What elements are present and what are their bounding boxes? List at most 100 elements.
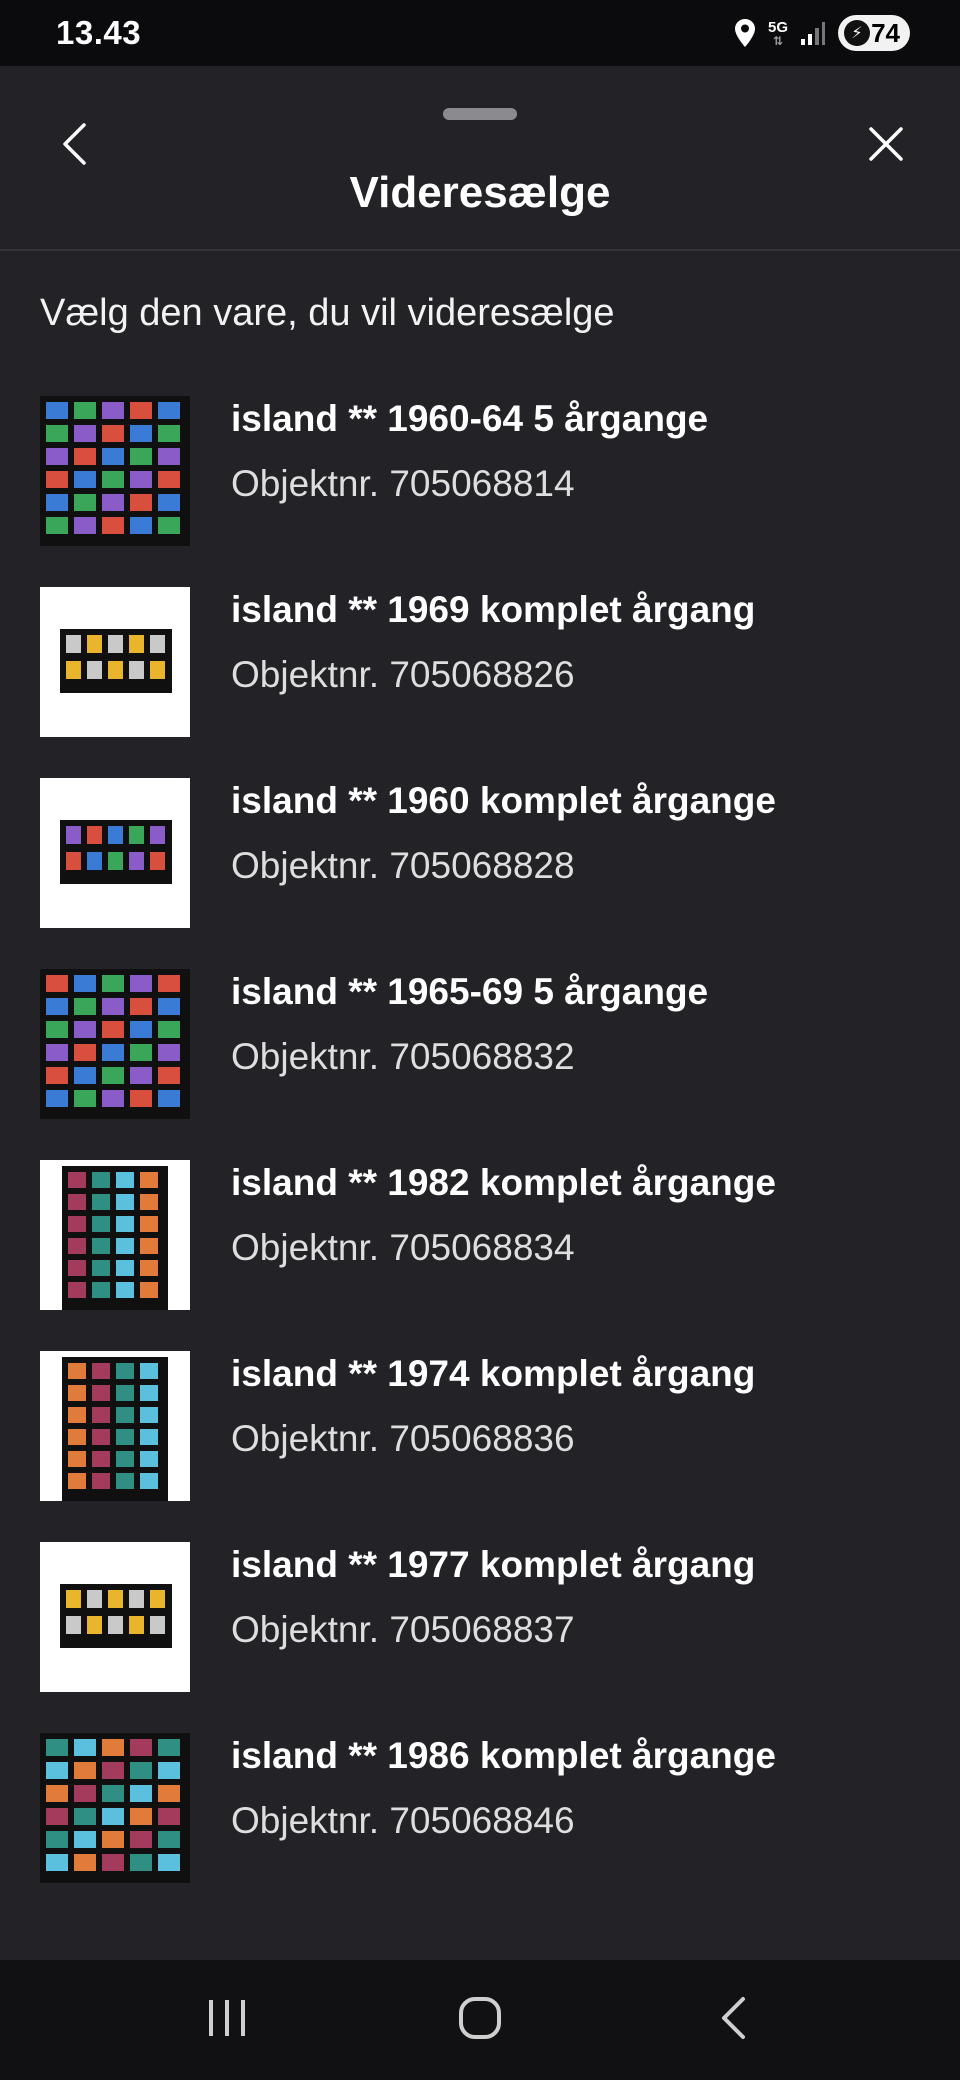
back-icon [60,122,88,171]
item-title: island ** 1960 komplet årgange [231,780,776,821]
stamp-image [116,1451,134,1467]
nav-back-button[interactable] [693,1980,773,2060]
stamp-image [150,852,165,870]
stamp-image [87,826,102,844]
stamp-image [158,1762,180,1779]
stamp-image [102,448,124,465]
list-item[interactable]: island ** 1960 komplet årgange Objektnr. … [0,778,960,969]
stamp-image [74,471,96,488]
stamp-image [102,1785,124,1802]
stamp-image [68,1172,86,1188]
stamp-image [140,1385,158,1401]
stamp-image [130,1067,152,1084]
stamp-image [68,1385,86,1401]
data-arrows-icon: ⇅ [772,33,784,48]
stamp-image [158,1854,180,1871]
item-text: island ** 1960-64 5 årgange Objektnr. 705… [231,398,708,505]
stamp-image [46,1854,68,1871]
signal-icon [800,20,826,46]
item-object-number: Objektnr. 705068846 [231,1800,575,1841]
item-title: island ** 1974 komplet årgang [231,1353,756,1394]
stamp-image [92,1194,110,1210]
stamp-image [66,1590,81,1608]
stamp-image [74,448,96,465]
stamp-image [140,1282,158,1298]
stamp-image [87,1616,102,1634]
stamp-image [74,1831,96,1848]
list-item[interactable]: island ** 1977 komplet årgang Objektnr. 7… [0,1542,960,1733]
header-divider [0,249,960,251]
stamp-image [92,1282,110,1298]
stamp-image [68,1429,86,1445]
stamp-image [102,1021,124,1038]
stamp-image [46,975,68,992]
stamp-image [130,1762,152,1779]
stamp-image [102,1044,124,1061]
stamp-image [108,1590,123,1608]
stamp-image [46,1739,68,1756]
stamp-image [140,1260,158,1276]
list-item[interactable]: island ** 1974 komplet årgang Objektnr. 7… [0,1351,960,1542]
close-button[interactable] [856,116,916,176]
stamp-image [102,1739,124,1756]
stamp-image [130,998,152,1015]
stamp-image [87,852,102,870]
stamp-image [116,1260,134,1276]
item-object-number: Objektnr. 705068828 [231,845,575,886]
stamp-image [66,826,81,844]
stamp-image [130,1831,152,1848]
back-button[interactable] [44,116,104,176]
drag-handle[interactable] [443,108,517,120]
stamp-image [129,661,144,679]
stamp-image [102,1090,124,1107]
stamp-image [46,1831,68,1848]
stamp-image [74,1090,96,1107]
stamp-image [158,975,180,992]
stamp-image [46,1090,68,1107]
stamp-image [140,1194,158,1210]
home-button[interactable] [440,1980,520,2060]
stamp-image [92,1260,110,1276]
recent-apps-icon [205,1998,249,2043]
stamp-image [46,448,68,465]
stamp-image [158,1785,180,1802]
stamp-image [102,1831,124,1848]
stamp-image [130,425,152,442]
stamp-image [150,635,165,653]
stamp-image [116,1363,134,1379]
stamp-image [158,1090,180,1107]
stamp-image [68,1282,86,1298]
list-item[interactable]: island ** 1986 komplet årgange Objektnr. … [0,1733,960,1924]
status-icons: 5G ⇅ ⚡ 74 [734,15,910,51]
stamp-image [129,826,144,844]
item-thumbnail [40,969,190,1119]
stamp-image [46,1785,68,1802]
stamp-image [116,1429,134,1445]
battery-icon: ⚡ 74 [838,15,910,51]
item-object-number: Objektnr. 705068834 [231,1227,575,1268]
list-item[interactable]: island ** 1960-64 5 årgange Objektnr. 705… [0,396,960,587]
stamp-image [102,471,124,488]
list-item[interactable]: island ** 1982 komplet årgange Objektnr. … [0,1160,960,1351]
stamp-image [102,494,124,511]
stamp-image [68,1216,86,1232]
list-item[interactable]: island ** 1965-69 5 årgange Objektnr. 705… [0,969,960,1160]
stamp-image [46,402,68,419]
stamp-image [150,1616,165,1634]
stamp-image [130,1854,152,1871]
list-item[interactable]: island ** 1969 komplet årgang Objektnr. 7… [0,587,960,778]
stamp-image [108,852,123,870]
stamp-image [130,1044,152,1061]
stamp-image [68,1238,86,1254]
stamp-image [116,1407,134,1423]
stamp-image [102,402,124,419]
stamp-image [140,1407,158,1423]
stamp-image [46,425,68,442]
recent-apps-button[interactable] [187,1980,267,2060]
stamp-image [130,448,152,465]
stamp-image [46,471,68,488]
instruction-text: Vælg den vare, du vil videresælge [40,292,615,334]
stamp-image [158,1044,180,1061]
page-title: Videresælge [349,168,611,217]
stamp-image [46,1021,68,1038]
